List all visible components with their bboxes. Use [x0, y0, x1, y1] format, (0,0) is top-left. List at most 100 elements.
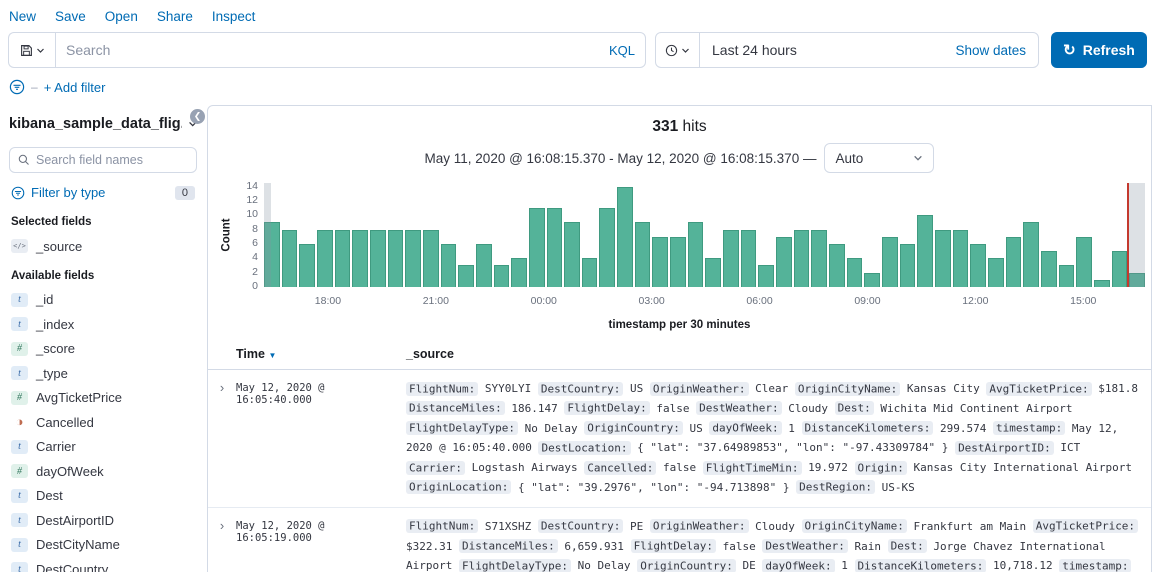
- field-item-dayOfWeek[interactable]: #dayOfWeek: [9, 459, 197, 484]
- histogram-bar[interactable]: [582, 258, 598, 287]
- expand-row-icon[interactable]: ›: [208, 517, 236, 572]
- histogram-bar[interactable]: [705, 258, 721, 287]
- number-field-icon: #: [11, 391, 28, 405]
- histogram-bar[interactable]: [829, 244, 845, 287]
- histogram-bar[interactable]: [1112, 251, 1128, 287]
- field-item-_source[interactable]: </>_source: [9, 234, 197, 259]
- source-field-name: FlightNum:: [406, 519, 478, 533]
- selected-fields-heading: Selected fields: [11, 216, 197, 228]
- refresh-button[interactable]: ↻ Refresh: [1051, 32, 1147, 68]
- collapse-sidebar-button[interactable]: ❮: [190, 109, 205, 124]
- add-filter-button[interactable]: + Add filter: [44, 80, 106, 95]
- field-item-Dest[interactable]: tDest: [9, 484, 197, 509]
- histogram-bar[interactable]: [1076, 237, 1092, 287]
- filter-by-type-button[interactable]: Filter by type 0: [9, 183, 197, 210]
- source-field-name: OriginCityName:: [795, 382, 900, 396]
- histogram-bar[interactable]: [529, 208, 545, 287]
- field-item-AvgTicketPrice[interactable]: #AvgTicketPrice: [9, 386, 197, 411]
- field-item-_type[interactable]: t_type: [9, 361, 197, 386]
- histogram-bar[interactable]: [864, 273, 880, 287]
- show-dates-button[interactable]: Show dates: [955, 43, 1026, 58]
- histogram-bar[interactable]: [776, 237, 792, 287]
- histogram-bar[interactable]: [352, 230, 368, 287]
- histogram-bar[interactable]: [599, 208, 615, 287]
- source-field-name: FlightNum:: [406, 382, 478, 396]
- field-item-DestCityName[interactable]: tDestCityName: [9, 533, 197, 558]
- histogram-bar[interactable]: [882, 237, 898, 287]
- histogram-bar[interactable]: [388, 230, 404, 287]
- field-item-_score[interactable]: #_score: [9, 337, 197, 362]
- saved-query-menu-button[interactable]: [8, 32, 55, 68]
- nav-link-share[interactable]: Share: [157, 9, 193, 24]
- histogram-bar[interactable]: [1006, 237, 1022, 287]
- histogram-bar[interactable]: [335, 230, 351, 287]
- nav-link-save[interactable]: Save: [55, 9, 86, 24]
- histogram-bar[interactable]: [317, 230, 333, 287]
- field-name: _index: [36, 317, 74, 332]
- y-tick-label: 10: [246, 208, 258, 220]
- expand-row-icon[interactable]: ›: [208, 379, 236, 498]
- document-row[interactable]: ›May 12, 2020 @ 16:05:40.000FlightNum: S…: [208, 370, 1151, 508]
- index-pattern-switcher[interactable]: kibana_sample_data_flig...: [9, 116, 197, 132]
- field-search-input[interactable]: [36, 153, 188, 167]
- document-source: FlightNum: SYY0LYI DestCountry: US Origi…: [406, 379, 1143, 498]
- histogram-bar[interactable]: [794, 230, 810, 287]
- partial-bucket-band-right: [1127, 183, 1145, 287]
- field-item-Cancelled[interactable]: ◑Cancelled: [9, 410, 197, 435]
- histogram-bar[interactable]: [670, 237, 686, 287]
- histogram-bar[interactable]: [652, 237, 668, 287]
- histogram-bar[interactable]: [299, 244, 315, 287]
- histogram-bar[interactable]: [688, 222, 704, 287]
- histogram-plot-area[interactable]: [264, 183, 1145, 287]
- histogram-bar[interactable]: [617, 187, 633, 287]
- histogram-bar[interactable]: [370, 230, 386, 287]
- histogram-bar[interactable]: [441, 244, 457, 287]
- field-item-_id[interactable]: t_id: [9, 288, 197, 313]
- histogram-bar[interactable]: [970, 244, 986, 287]
- histogram-bar[interactable]: [1023, 222, 1039, 287]
- interval-select[interactable]: Auto: [824, 143, 934, 173]
- field-item-DestAirportID[interactable]: tDestAirportID: [9, 508, 197, 533]
- histogram-bar[interactable]: [935, 230, 951, 287]
- histogram-bar[interactable]: [917, 215, 933, 287]
- histogram-bar[interactable]: [458, 265, 474, 287]
- histogram-bar[interactable]: [811, 230, 827, 287]
- histogram-bar[interactable]: [953, 230, 969, 287]
- time-column-header[interactable]: Time ▼: [236, 347, 406, 361]
- histogram-bar[interactable]: [405, 230, 421, 287]
- histogram-bar[interactable]: [511, 258, 527, 287]
- nav-link-open[interactable]: Open: [105, 9, 138, 24]
- histogram-bar[interactable]: [1094, 280, 1110, 287]
- field-name: DestCityName: [36, 537, 120, 552]
- histogram-bar[interactable]: [282, 230, 298, 287]
- histogram-bar[interactable]: [1041, 251, 1057, 287]
- histogram-bar[interactable]: [847, 258, 863, 287]
- histogram-bar[interactable]: [564, 222, 580, 287]
- source-field-name: DistanceMiles:: [406, 401, 505, 415]
- document-source: FlightNum: S71XSHZ DestCountry: PE Origi…: [406, 517, 1143, 572]
- kql-language-button[interactable]: KQL: [601, 43, 635, 58]
- histogram-bar[interactable]: [988, 258, 1004, 287]
- histogram-bar[interactable]: [494, 265, 510, 287]
- histogram-bar[interactable]: [635, 222, 651, 287]
- histogram-bar[interactable]: [723, 230, 739, 287]
- filter-menu-icon[interactable]: [9, 79, 25, 95]
- time-quick-select-button[interactable]: [656, 33, 700, 67]
- source-field-name: FlightTimeMin:: [703, 461, 802, 475]
- nav-link-new[interactable]: New: [9, 9, 36, 24]
- histogram-bar[interactable]: [758, 265, 774, 287]
- histogram-bar[interactable]: [547, 208, 563, 287]
- nav-link-inspect[interactable]: Inspect: [212, 9, 256, 24]
- histogram-bar[interactable]: [476, 244, 492, 287]
- source-field-name: DestWeather:: [762, 539, 847, 553]
- field-item-DestCountry[interactable]: tDestCountry: [9, 557, 197, 572]
- histogram-bar[interactable]: [900, 244, 916, 287]
- document-row[interactable]: ›May 12, 2020 @ 16:05:19.000FlightNum: S…: [208, 508, 1151, 572]
- histogram-bar[interactable]: [1059, 265, 1075, 287]
- histogram-bar[interactable]: [423, 230, 439, 287]
- field-item-Carrier[interactable]: tCarrier: [9, 435, 197, 460]
- field-item-_index[interactable]: t_index: [9, 312, 197, 337]
- time-range-value[interactable]: Last 24 hours: [712, 42, 955, 58]
- search-input[interactable]: [66, 42, 601, 58]
- histogram-bar[interactable]: [741, 230, 757, 287]
